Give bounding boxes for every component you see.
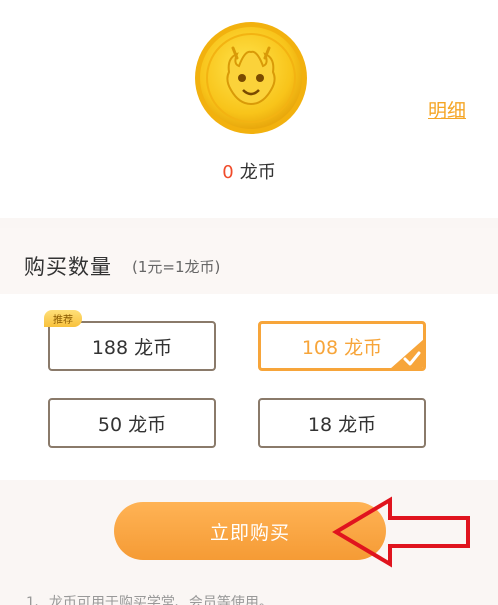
usage-note: 1、龙币可用于购买学堂、会员等使用。 [26,595,273,605]
purchase-title: 购买数量 [24,255,112,279]
option-label: 188 龙币 [91,336,173,359]
buy-area: 立即购买 1、龙币可用于购买学堂、会员等使用。 [0,480,498,605]
option-label: 108 龙币 [301,336,383,359]
divider [0,218,498,228]
option-18-coins[interactable]: 18 龙币 [258,398,426,448]
coin-balance: 0 龙币 [0,158,498,184]
dragon-coin-icon [195,22,307,134]
exchange-rate-note: (1元=1龙币) [132,258,221,276]
option-108-coins[interactable]: 108 龙币 [258,321,426,371]
option-label: 18 龙币 [307,413,377,436]
balance-value: 0 [222,162,234,183]
detail-link[interactable]: 明细 [428,96,466,123]
recommend-badge: 推荐 [44,310,82,327]
header-area: 明细 0 龙币 [0,0,498,218]
purchase-section-header: 购买数量 (1元=1龙币) [0,228,498,294]
selected-check-icon [391,339,423,368]
amount-options: 推荐 188 龙币 108 龙币 50 龙币 18 龙币 [0,294,498,480]
red-arrow-annotation-icon [332,496,470,568]
option-188-coins[interactable]: 188 龙币 [48,321,216,371]
option-label: 50 龙币 [97,413,167,436]
balance-unit: 龙币 [239,162,276,183]
option-50-coins[interactable]: 50 龙币 [48,398,216,448]
